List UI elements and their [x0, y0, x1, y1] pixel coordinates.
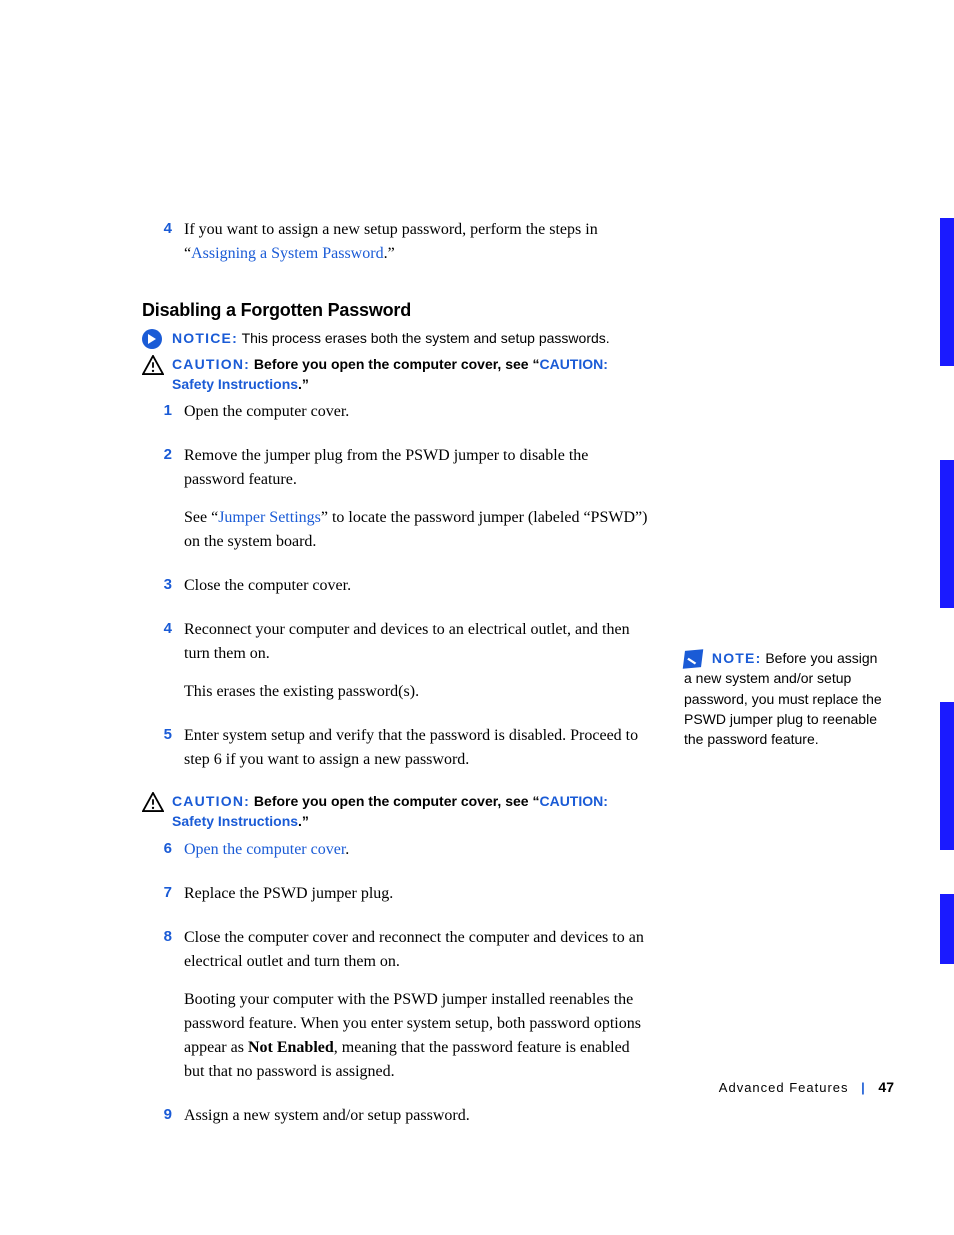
step-number: 9: [142, 1104, 184, 1127]
cross-reference-link[interactable]: Open the computer cover: [184, 841, 345, 858]
step-row: 6Open the computer cover.: [142, 838, 652, 876]
step-row: 7Replace the PSWD jumper plug.: [142, 882, 652, 920]
text: Enter system setup and verify that the p…: [184, 727, 638, 768]
text: Assign a new system and/or setup passwor…: [184, 1107, 470, 1124]
text: Reconnect your computer and devices to a…: [184, 621, 630, 662]
caution-icon: [142, 355, 168, 375]
steps-list: 1Open the computer cover. 2Remove the jum…: [142, 400, 652, 786]
step-number: 6: [142, 838, 184, 861]
caution-text: .”: [298, 376, 309, 392]
step-body: If you want to assign a new setup passwo…: [184, 218, 652, 280]
text: Close the computer cover and reconnect t…: [184, 929, 644, 970]
step-row: 2Remove the jumper plug from the PSWD ju…: [142, 444, 652, 568]
step-number: 5: [142, 724, 184, 747]
caution-icon: [142, 792, 168, 812]
text: Open the computer cover.: [184, 403, 349, 420]
caution-label: CAUTION:: [172, 793, 250, 809]
note-icon: [683, 649, 704, 669]
text: .: [345, 841, 349, 858]
main-column: 4 If you want to assign a new setup pass…: [142, 218, 652, 1148]
step-row: 1Open the computer cover.: [142, 400, 652, 438]
notice-icon: [142, 329, 168, 349]
text: This erases the existing password(s).: [184, 683, 419, 700]
cross-reference-link[interactable]: Assigning a System Password: [191, 245, 383, 262]
margin-note: NOTE: Before you assign a new system and…: [684, 648, 884, 749]
step-number: 4: [142, 218, 184, 241]
section-name: Advanced Features: [719, 1080, 849, 1095]
step-body: Close the computer cover and reconnect t…: [184, 926, 652, 1098]
page: 4 If you want to assign a new setup pass…: [0, 0, 954, 1235]
note-label: NOTE:: [712, 650, 762, 666]
step-number: 4: [142, 618, 184, 641]
caution-text: Before you open the computer cover, see …: [250, 793, 539, 809]
step-body: Close the computer cover.: [184, 574, 652, 612]
step-row: 8Close the computer cover and reconnect …: [142, 926, 652, 1098]
notice-label: NOTICE:: [172, 330, 238, 346]
emphasis: Not Enabled: [248, 1039, 334, 1056]
step-row: 9Assign a new system and/or setup passwo…: [142, 1104, 652, 1142]
step-number: 3: [142, 574, 184, 597]
step-row: 5Enter system setup and verify that the …: [142, 724, 652, 786]
thumb-tab: [940, 702, 954, 850]
step-body: Remove the jumper plug from the PSWD jum…: [184, 444, 652, 568]
thumb-tab: [940, 218, 954, 366]
step-row: 4 If you want to assign a new setup pass…: [142, 218, 652, 280]
notice-text: This process erases both the system and …: [238, 330, 610, 346]
step-body: Assign a new system and/or setup passwor…: [184, 1104, 652, 1142]
text: Remove the jumper plug from the PSWD jum…: [184, 447, 588, 488]
page-footer: Advanced Features | 47: [719, 1079, 894, 1095]
step-body: Replace the PSWD jumper plug.: [184, 882, 652, 920]
text: .”: [384, 245, 395, 262]
step-number: 7: [142, 882, 184, 905]
page-number: 47: [878, 1079, 894, 1095]
section-heading: Disabling a Forgotten Password: [142, 300, 652, 321]
step-row: 4Reconnect your computer and devices to …: [142, 618, 652, 718]
step-number: 1: [142, 400, 184, 423]
step-body: Open the computer cover.: [184, 400, 652, 438]
step-body: Open the computer cover.: [184, 838, 652, 876]
step-body: Enter system setup and verify that the p…: [184, 724, 652, 786]
step-number: 2: [142, 444, 184, 467]
caution-text: .”: [298, 813, 309, 829]
caution-callout: CAUTION: Before you open the computer co…: [142, 355, 652, 394]
caution-text: Before you open the computer cover, see …: [250, 356, 539, 372]
step-number: 8: [142, 926, 184, 949]
steps-list: 6Open the computer cover.7Replace the PS…: [142, 838, 652, 1142]
notice-callout: NOTICE: This process erases both the sys…: [142, 329, 652, 349]
cross-reference-link[interactable]: Jumper Settings: [218, 509, 321, 526]
step-body: Reconnect your computer and devices to a…: [184, 618, 652, 718]
text: Replace the PSWD jumper plug.: [184, 885, 393, 902]
separator: |: [861, 1080, 866, 1095]
caution-callout: CAUTION: Before you open the computer co…: [142, 792, 652, 831]
thumb-tab: [940, 894, 954, 964]
step-row: 3Close the computer cover.: [142, 574, 652, 612]
text: Close the computer cover.: [184, 577, 351, 594]
text: See “: [184, 509, 218, 526]
thumb-tab: [940, 460, 954, 608]
caution-label: CAUTION:: [172, 356, 250, 372]
